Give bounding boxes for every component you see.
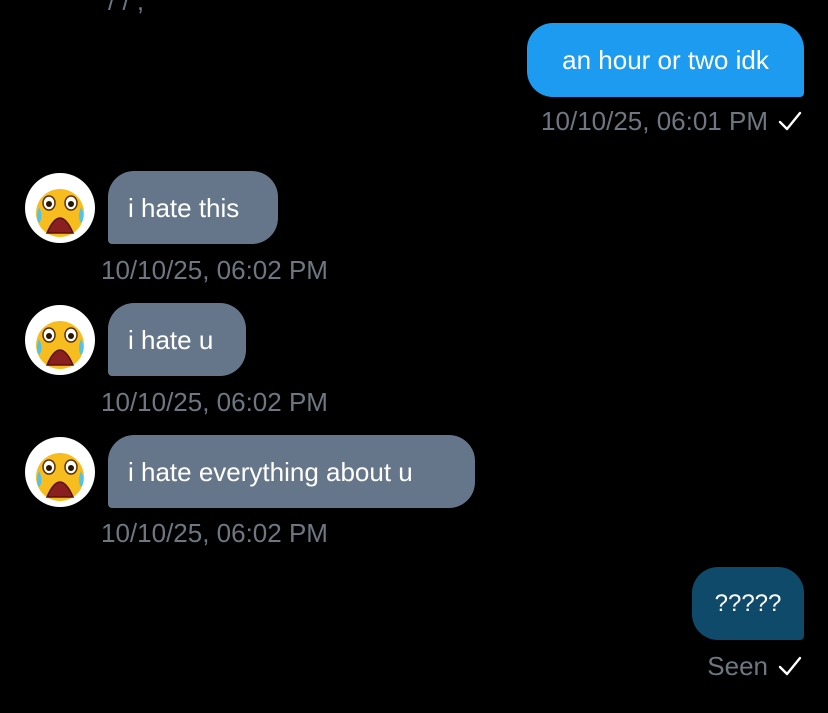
avatar[interactable] — [25, 437, 95, 507]
outgoing-message-bubble[interactable]: ????? — [692, 567, 804, 640]
message-timestamp: 10/10/25, 06:02 PM — [101, 255, 328, 285]
previous-timestamp-partial: / / , — [108, 0, 145, 16]
message-meta: Seen — [707, 653, 802, 679]
message-text: i hate this — [128, 192, 240, 223]
message-timestamp: 10/10/25, 06:01 PM — [541, 106, 768, 136]
message-text: i hate everything about u — [128, 456, 413, 487]
message-meta: 10/10/25, 06:01 PM — [541, 108, 802, 134]
crying-emoji-icon — [36, 453, 84, 501]
check-icon — [778, 110, 802, 132]
message-text: i hate u — [128, 324, 214, 355]
avatar[interactable] — [25, 305, 95, 375]
incoming-message-bubble[interactable]: i hate u — [108, 303, 246, 376]
message-timestamp: 10/10/25, 06:02 PM — [101, 518, 328, 548]
message-text: an hour or two idk — [562, 45, 769, 75]
check-icon — [778, 655, 802, 677]
incoming-message-bubble[interactable]: i hate this — [108, 171, 278, 244]
message-text: ????? — [714, 589, 782, 617]
outgoing-message-bubble[interactable]: an hour or two idk — [527, 23, 804, 97]
incoming-message-bubble[interactable]: i hate everything about u — [108, 435, 475, 508]
message-timestamp: 10/10/25, 06:02 PM — [101, 387, 328, 417]
avatar[interactable] — [25, 173, 95, 243]
seen-status: Seen — [707, 651, 768, 681]
crying-emoji-icon — [36, 321, 84, 369]
crying-emoji-icon — [36, 189, 84, 237]
